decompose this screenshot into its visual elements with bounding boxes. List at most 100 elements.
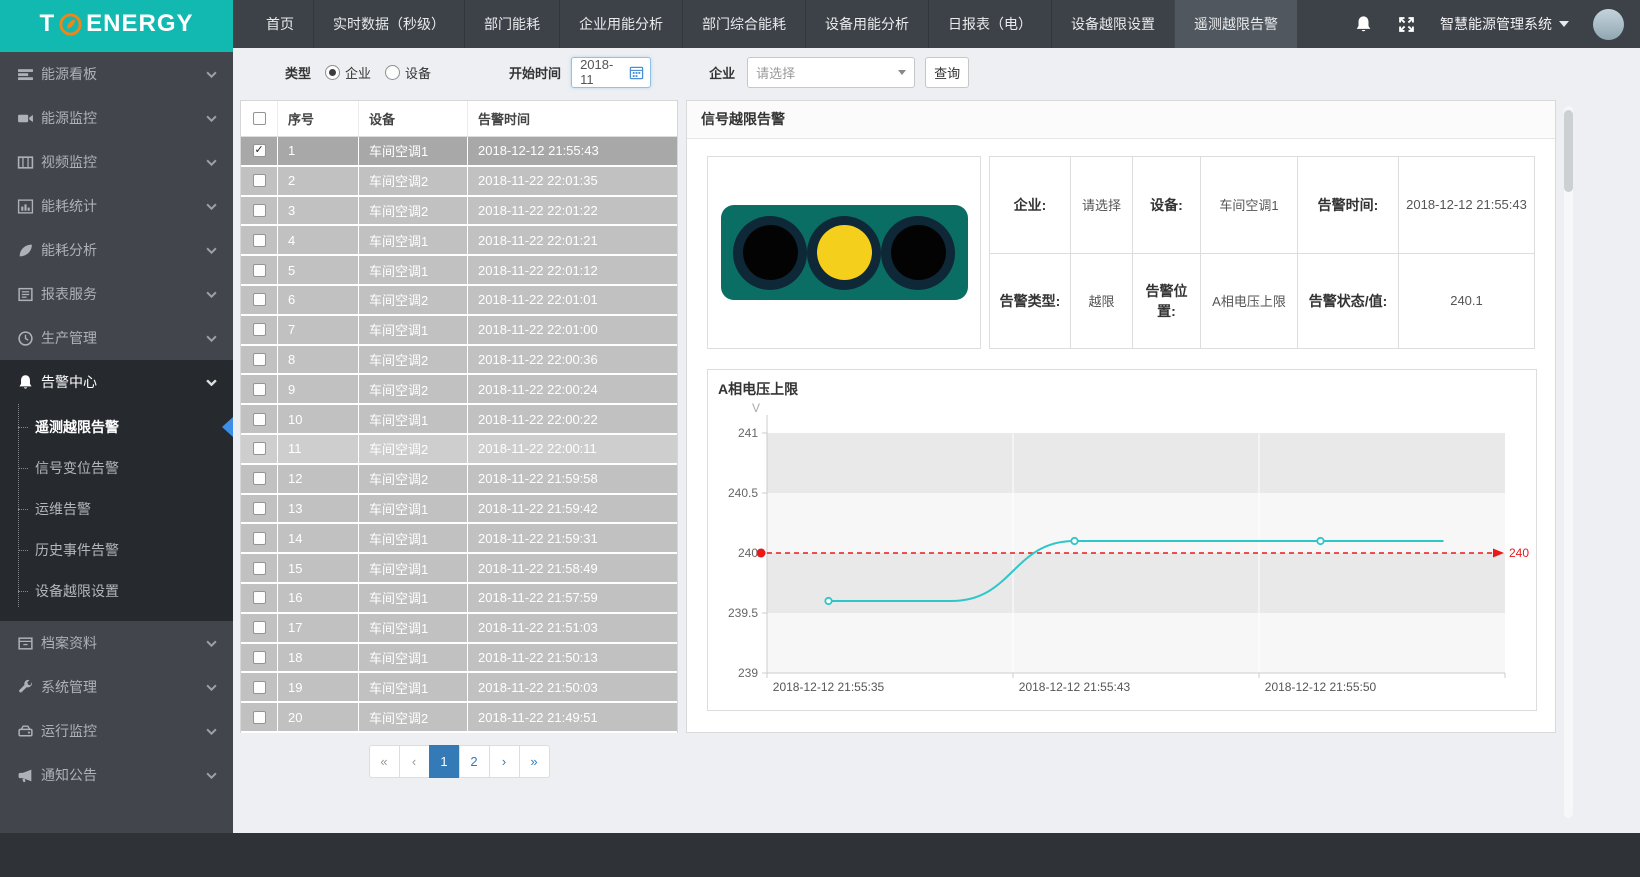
table-row[interactable]: 14 车间空调1 2018-11-22 21:59:31 — [241, 524, 677, 554]
brand-logo: T ENERGY — [0, 0, 233, 48]
nav-item-dept-comprehensive[interactable]: 部门综合能耗 — [682, 0, 805, 48]
row-checkbox[interactable] — [253, 293, 266, 306]
table-row[interactable]: 17 车间空调1 2018-11-22 21:51:03 — [241, 614, 677, 644]
row-checkbox[interactable] — [253, 621, 266, 634]
sidebar-item-notice[interactable]: 通知公告 — [0, 753, 233, 797]
row-checkbox[interactable] — [253, 204, 266, 217]
table-row[interactable]: 18 车间空调1 2018-11-22 21:50:13 — [241, 644, 677, 674]
row-checkbox[interactable] — [253, 174, 266, 187]
row-checkbox[interactable] — [253, 681, 266, 694]
submenu-item-device-limit-setting[interactable]: 设备越限设置 — [0, 570, 233, 611]
row-checkbox[interactable] — [253, 562, 266, 575]
row-checkbox[interactable] — [253, 323, 266, 336]
row-checkbox[interactable] — [253, 532, 266, 545]
cell-index: 6 — [278, 286, 359, 314]
sidebar-item-energy-analysis[interactable]: 能耗分析 — [0, 228, 233, 272]
table-row[interactable]: 15 车间空调1 2018-11-22 21:58:49 — [241, 554, 677, 584]
table-row[interactable]: 7 车间空调1 2018-11-22 22:01:00 — [241, 316, 677, 346]
system-switcher[interactable]: 智慧能源管理系统 — [1440, 14, 1569, 34]
table-row[interactable]: 10 车间空调1 2018-11-22 22:00:22 — [241, 405, 677, 435]
row-checkbox[interactable] — [253, 442, 266, 455]
row-checkbox[interactable] — [253, 502, 266, 515]
row-checkbox[interactable] — [253, 711, 266, 724]
radio-icon[interactable] — [385, 65, 400, 80]
table-row[interactable]: 20 车间空调2 2018-11-22 21:49:51 — [241, 703, 677, 733]
table-row[interactable]: 16 车间空调1 2018-11-22 21:57:59 — [241, 584, 677, 614]
page-last-button[interactable]: » — [519, 745, 550, 778]
row-checkbox[interactable] — [253, 472, 266, 485]
table-row[interactable]: 13 车间空调1 2018-11-22 21:59:42 — [241, 495, 677, 525]
sidebar-item-system-management[interactable]: 系统管理 — [0, 665, 233, 709]
row-checkbox[interactable] — [253, 353, 266, 366]
radio-option-device[interactable]: 设备 — [385, 63, 431, 82]
enterprise-select[interactable]: 请选择 — [747, 57, 915, 88]
nav-item-home[interactable]: 首页 — [247, 0, 313, 48]
sidebar-item-energy-statistics[interactable]: 能耗统计 — [0, 184, 233, 228]
nav-item-device-limit-setting[interactable]: 设备越限设置 — [1051, 0, 1174, 48]
page-prev-button[interactable]: ‹ — [399, 745, 430, 778]
table-row[interactable]: 8 车间空调2 2018-11-22 22:00:36 — [241, 346, 677, 376]
film-icon — [17, 154, 34, 171]
page-next-button[interactable]: › — [489, 745, 520, 778]
row-checkbox[interactable] — [253, 413, 266, 426]
cell-index: 10 — [278, 405, 359, 433]
row-checkbox[interactable] — [253, 264, 266, 277]
nav-item-enterprise-analysis[interactable]: 企业用能分析 — [559, 0, 682, 48]
table-row[interactable]: 9 车间空调2 2018-11-22 22:00:24 — [241, 375, 677, 405]
enterprise-filter-label: 企业 — [709, 63, 735, 82]
page-1-button[interactable]: 1 — [429, 745, 460, 778]
cell-alarm-time: 2018-11-22 21:59:31 — [468, 524, 677, 552]
table-row[interactable]: 6 车间空调2 2018-11-22 22:01:01 — [241, 286, 677, 316]
start-time-input[interactable]: 2018-11 — [571, 57, 651, 88]
svg-text:241: 241 — [738, 426, 758, 440]
alarm-table-body: 1 车间空调1 2018-12-12 21:55:43 2 车间空调2 2018… — [241, 137, 677, 733]
page-2-button[interactable]: 2 — [459, 745, 490, 778]
fullscreen-icon[interactable] — [1397, 15, 1416, 34]
cell-alarm-time: 2018-11-22 22:01:35 — [468, 167, 677, 195]
submenu-item-telemetry-limit-alarm[interactable]: 遥测越限告警 — [0, 406, 233, 447]
table-row[interactable]: 2 车间空调2 2018-11-22 22:01:35 — [241, 167, 677, 197]
nav-item-telemetry-alarm[interactable]: 遥测越限告警 — [1174, 0, 1297, 48]
table-row[interactable]: 4 车间空调1 2018-11-22 22:01:21 — [241, 226, 677, 256]
table-row[interactable]: 12 车间空调2 2018-11-22 21:59:58 — [241, 465, 677, 495]
sidebar-item-alarm-center[interactable]: 告警中心 — [0, 360, 233, 404]
submenu-item-ops-alarm[interactable]: 运维告警 — [0, 488, 233, 529]
user-avatar[interactable] — [1593, 9, 1624, 40]
radio-option-enterprise[interactable]: 企业 — [325, 63, 371, 82]
table-row[interactable]: 19 车间空调1 2018-11-22 21:50:03 — [241, 673, 677, 703]
nav-item-realtime-data[interactable]: 实时数据（秒级） — [313, 0, 464, 48]
sidebar-item-energy-monitor[interactable]: 能源监控 — [0, 96, 233, 140]
nav-item-dept-energy[interactable]: 部门能耗 — [464, 0, 559, 48]
row-checkbox[interactable] — [253, 144, 266, 157]
page-first-button[interactable]: « — [369, 745, 400, 778]
row-checkbox[interactable] — [253, 591, 266, 604]
table-row[interactable]: 11 车间空调2 2018-11-22 22:00:11 — [241, 435, 677, 465]
select-all-checkbox[interactable] — [253, 112, 266, 125]
bell-icon[interactable] — [1354, 15, 1373, 34]
table-row[interactable]: 1 车间空调1 2018-12-12 21:55:43 — [241, 137, 677, 167]
sidebar-item-operation-monitor[interactable]: 运行监控 — [0, 709, 233, 753]
sidebar-item-report-service[interactable]: 报表服务 — [0, 272, 233, 316]
sidebar-item-archive[interactable]: 档案资料 — [0, 621, 233, 665]
row-checkbox[interactable] — [253, 234, 266, 247]
query-button[interactable]: 查询 — [925, 57, 969, 88]
nav-item-device-analysis[interactable]: 设备用能分析 — [805, 0, 928, 48]
row-checkbox[interactable] — [253, 383, 266, 396]
row-checkbox[interactable] — [253, 651, 266, 664]
table-row[interactable]: 3 车间空调2 2018-11-22 22:01:22 — [241, 197, 677, 227]
traffic-light-box — [707, 156, 981, 349]
submenu-item-signal-change-alarm[interactable]: 信号变位告警 — [0, 447, 233, 488]
calendar-icon[interactable] — [629, 65, 644, 80]
nav-item-daily-report[interactable]: 日报表（电） — [928, 0, 1051, 48]
sidebar-item-production-management[interactable]: 生产管理 — [0, 316, 233, 360]
table-row[interactable]: 5 车间空调1 2018-11-22 22:01:12 — [241, 256, 677, 286]
scrollbar-thumb[interactable] — [1564, 110, 1573, 192]
sidebar-item-energy-dashboard[interactable]: 能源看板 — [0, 52, 233, 96]
submenu-item-history-event-alarm[interactable]: 历史事件告警 — [0, 529, 233, 570]
radio-icon[interactable] — [325, 65, 340, 80]
sidebar-item-video-monitor[interactable]: 视频监控 — [0, 140, 233, 184]
radio-label: 企业 — [345, 63, 371, 82]
vertical-scrollbar[interactable] — [1564, 106, 1573, 818]
dashboard-icon — [17, 66, 34, 83]
cell-index: 4 — [278, 226, 359, 254]
